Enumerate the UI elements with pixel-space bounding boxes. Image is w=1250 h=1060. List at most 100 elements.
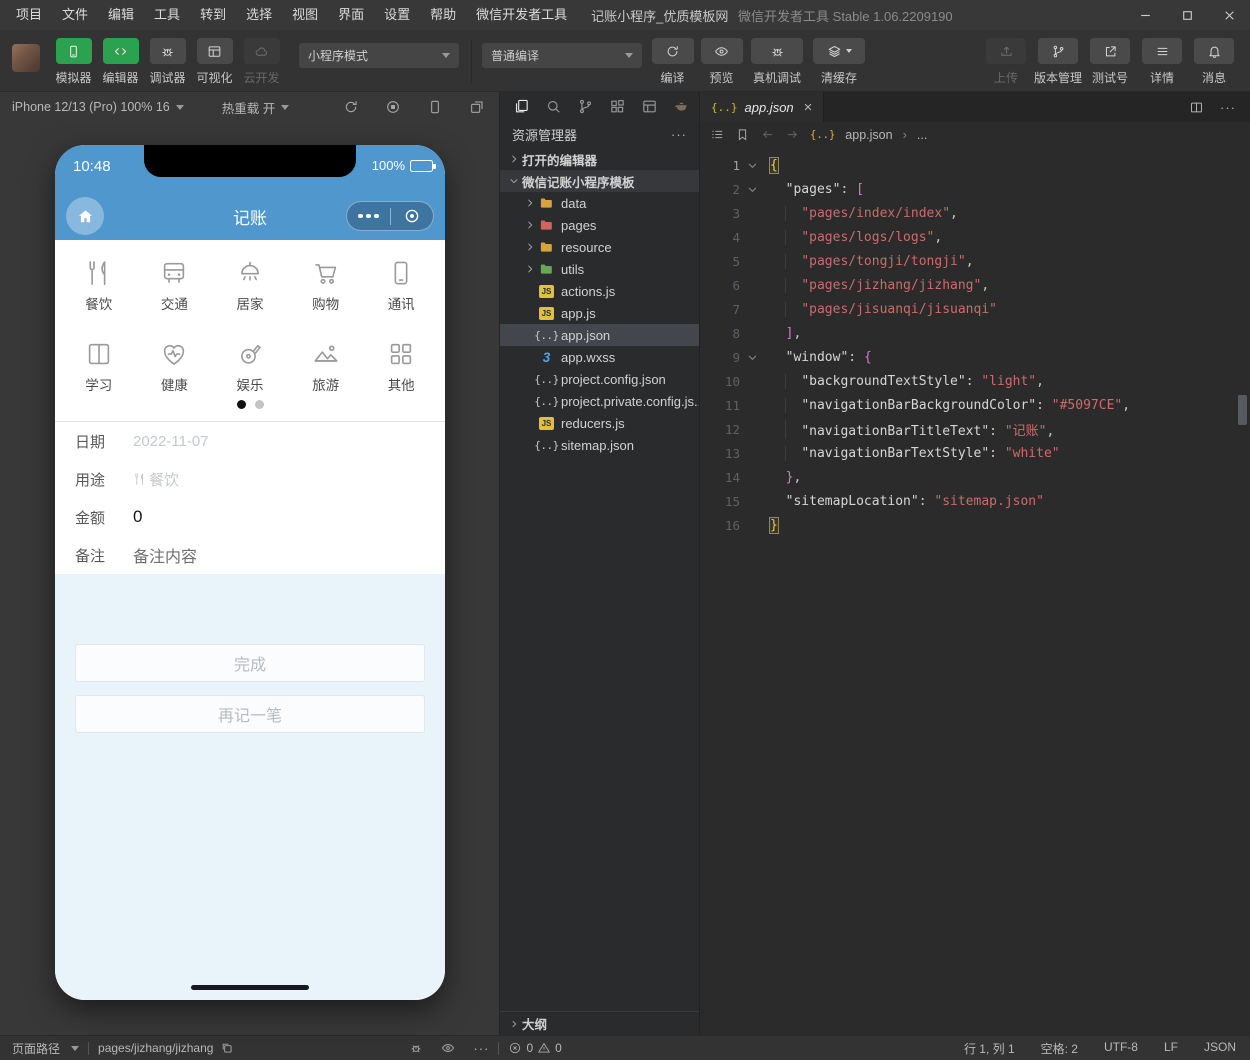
fold-chevron-icon[interactable]: [740, 184, 764, 195]
category-fun[interactable]: 娱乐: [212, 339, 288, 394]
code-editor[interactable]: 1 { 2 "pages": [ 3 "pages/index/index", …: [700, 147, 1250, 1035]
back-arrow-icon[interactable]: [760, 127, 775, 142]
split-editor-icon[interactable]: [1189, 100, 1204, 115]
restart-icon[interactable]: [343, 99, 359, 115]
record-icon[interactable]: [385, 99, 401, 115]
git-branch-icon[interactable]: [577, 98, 594, 115]
fold-chevron-icon[interactable]: [740, 352, 764, 363]
toggle-debugger[interactable]: 调试器: [144, 38, 191, 86]
form-row-日期[interactable]: 日期 2022-11-07: [75, 422, 445, 460]
close-button[interactable]: [1208, 0, 1250, 30]
static-server-icon[interactable]: [641, 98, 658, 115]
tree-item[interactable]: {..} project.private.config.js...: [500, 390, 699, 412]
avatar[interactable]: [12, 44, 40, 72]
files-icon[interactable]: [513, 98, 530, 115]
category-mobile[interactable]: 通讯: [363, 258, 439, 313]
more-actions-icon[interactable]: ···: [671, 127, 687, 142]
menu-item-1[interactable]: 文件: [52, 0, 98, 30]
more-icon[interactable]: ···: [1220, 100, 1236, 115]
tree-item[interactable]: {..} sitemap.json: [500, 434, 699, 456]
tree-item[interactable]: 3 app.wxss: [500, 346, 699, 368]
toggle-simulator[interactable]: 模拟器: [50, 38, 97, 86]
mode-dropdown[interactable]: 小程序模式: [299, 43, 459, 68]
menu-item-6[interactable]: 视图: [282, 0, 328, 30]
tree-item[interactable]: JS actions.js: [500, 280, 699, 302]
search-icon[interactable]: [545, 98, 562, 115]
more-button[interactable]: [347, 213, 390, 219]
indent-setting[interactable]: 空格: 2: [1041, 1040, 1078, 1057]
preview-eye-icon[interactable]: [441, 1041, 455, 1055]
tree-item[interactable]: utils: [500, 258, 699, 280]
category-bus[interactable]: 交通: [137, 258, 213, 313]
tree-item[interactable]: {..} app.json: [500, 324, 699, 346]
tree-item[interactable]: data: [500, 192, 699, 214]
tree-section-0[interactable]: 打开的编辑器: [500, 148, 699, 170]
menu-item-9[interactable]: 帮助: [420, 0, 466, 30]
menu-item-3[interactable]: 工具: [144, 0, 190, 30]
exit-button[interactable]: [391, 207, 434, 225]
extensions-icon[interactable]: [609, 98, 626, 115]
vconsole-bug-icon[interactable]: [409, 1041, 423, 1055]
record-again-button[interactable]: 再记一笔: [75, 695, 425, 733]
category-health[interactable]: 健康: [137, 339, 213, 394]
menu-item-0[interactable]: 项目: [6, 0, 52, 30]
teapot-icon[interactable]: [673, 98, 690, 115]
encoding[interactable]: UTF-8: [1104, 1040, 1138, 1057]
breadcrumb-file[interactable]: app.json: [845, 128, 892, 142]
category-lamp[interactable]: 居家: [212, 258, 288, 313]
action-messages[interactable]: 消息: [1188, 38, 1240, 86]
action-remote-debug[interactable]: 真机调试: [746, 38, 808, 86]
tab-app-json[interactable]: {..} app.json ×: [700, 92, 825, 122]
tree-item[interactable]: {..} project.config.json: [500, 368, 699, 390]
multi-device-icon[interactable]: [469, 99, 485, 115]
tree-item[interactable]: JS reducers.js: [500, 412, 699, 434]
page-path-selector[interactable]: 页面路径: [12, 1040, 80, 1057]
cursor-position[interactable]: 行 1, 列 1: [964, 1040, 1015, 1057]
language-mode[interactable]: JSON: [1204, 1040, 1236, 1057]
more-icon[interactable]: ···: [473, 1041, 489, 1056]
tree-section-1[interactable]: 微信记账小程序模板: [500, 170, 699, 192]
toggle-cloud-dev[interactable]: 云开发: [238, 38, 285, 86]
toggle-editor[interactable]: 编辑器: [97, 38, 144, 86]
problems-indicator[interactable]: 0 0: [508, 1041, 562, 1055]
action-preview[interactable]: 预览: [697, 38, 746, 86]
eol[interactable]: LF: [1164, 1040, 1178, 1057]
form-row-用途[interactable]: 用途 餐饮: [75, 460, 445, 498]
menu-item-5[interactable]: 选择: [236, 0, 282, 30]
tree-item[interactable]: pages: [500, 214, 699, 236]
form-row-金额[interactable]: 金额 0: [75, 498, 445, 536]
action-upload[interactable]: 上传: [980, 38, 1032, 86]
category-cart[interactable]: 购物: [288, 258, 364, 313]
action-details[interactable]: 详情: [1136, 38, 1188, 86]
tree-item[interactable]: resource: [500, 236, 699, 258]
breadcrumb-more[interactable]: ...: [917, 128, 927, 142]
tree-item[interactable]: JS app.js: [500, 302, 699, 324]
menu-item-7[interactable]: 界面: [328, 0, 374, 30]
menu-item-2[interactable]: 编辑: [98, 0, 144, 30]
minimize-button[interactable]: [1124, 0, 1166, 30]
copy-path-icon[interactable]: [220, 1041, 234, 1055]
form-row-备注[interactable]: 备注 备注内容: [75, 536, 445, 574]
action-version-control[interactable]: 版本管理: [1032, 38, 1084, 86]
menu-item-8[interactable]: 设置: [374, 0, 420, 30]
category-grid[interactable]: 其他: [363, 339, 439, 394]
category-travel[interactable]: 旅游: [288, 339, 364, 394]
action-compile[interactable]: 编译: [648, 38, 697, 86]
tab-close-icon[interactable]: ×: [804, 99, 813, 116]
hot-reload-toggle[interactable]: 热重载 开: [222, 98, 290, 117]
forward-arrow-icon[interactable]: [785, 127, 800, 142]
action-clear-cache[interactable]: 清缓存: [808, 38, 870, 86]
maximize-button[interactable]: [1166, 0, 1208, 30]
action-test-account[interactable]: 测试号: [1084, 38, 1136, 86]
device-frame-icon[interactable]: [427, 99, 443, 115]
menu-item-10[interactable]: 微信开发者工具: [466, 0, 577, 30]
category-food[interactable]: 餐饮: [61, 258, 137, 313]
outline-section[interactable]: 大纲: [500, 1011, 699, 1035]
outline-list-icon[interactable]: [710, 127, 725, 142]
toggle-visualizer[interactable]: 可视化: [191, 38, 238, 86]
fold-chevron-icon[interactable]: [740, 160, 764, 171]
menu-item-4[interactable]: 转到: [190, 0, 236, 30]
device-selector[interactable]: iPhone 12/13 (Pro) 100% 16: [12, 100, 184, 114]
category-book[interactable]: 学习: [61, 339, 137, 394]
bookmark-icon[interactable]: [735, 127, 750, 142]
